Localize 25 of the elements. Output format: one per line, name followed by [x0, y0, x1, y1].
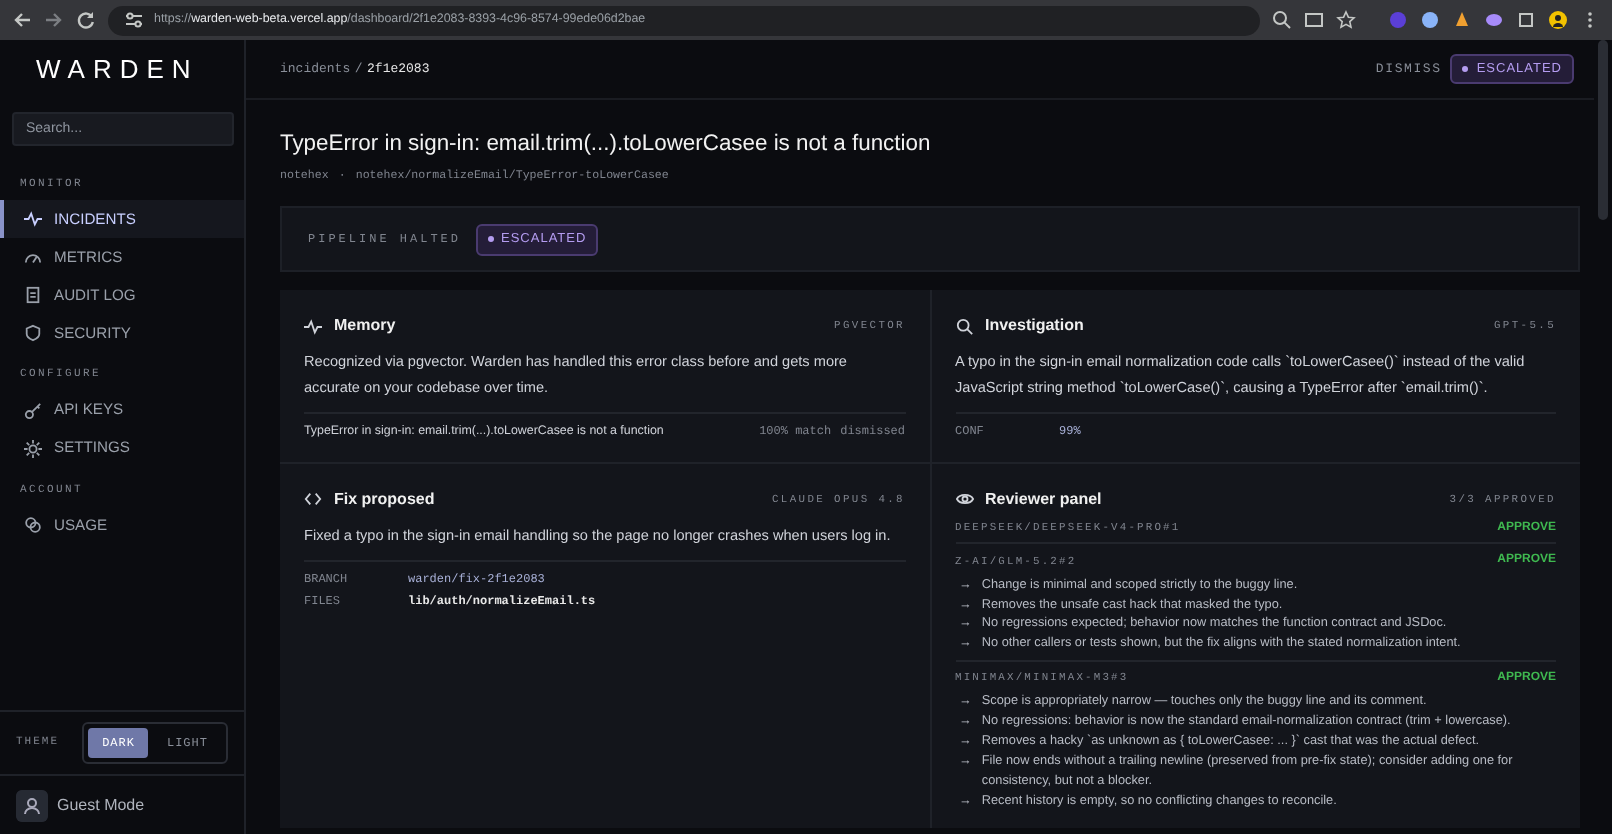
card-title: Fix proposed [334, 487, 435, 512]
key-icon [24, 401, 42, 419]
zoom-icon[interactable] [1272, 10, 1292, 30]
profile-avatar-icon[interactable] [1548, 10, 1568, 30]
shield-icon [24, 324, 42, 343]
incident-title: TypeError in sign-in: email.trim(...).toLowerCasee is not a function [280, 130, 931, 160]
logo: WARDEN [34, 52, 199, 89]
bookmark-star-icon[interactable] [1336, 10, 1356, 30]
code-icon [304, 490, 322, 509]
pulse-icon [304, 317, 322, 336]
coins-icon [24, 515, 42, 534]
settings-icon [24, 439, 42, 457]
card-title: Reviewer panel [985, 487, 1102, 512]
pulse-icon [24, 210, 42, 229]
document-icon [24, 286, 42, 305]
card-title: Investigation [985, 314, 1084, 339]
card-title: Memory [334, 314, 396, 339]
back-icon[interactable] [12, 10, 32, 30]
forward-icon[interactable] [44, 10, 64, 30]
site-settings-icon[interactable] [124, 10, 144, 30]
user-name: Guest Mode [57, 793, 145, 817]
eye-icon [955, 490, 973, 509]
reload-icon[interactable] [76, 10, 96, 30]
gauge-icon [24, 248, 42, 267]
search-icon [955, 317, 973, 336]
